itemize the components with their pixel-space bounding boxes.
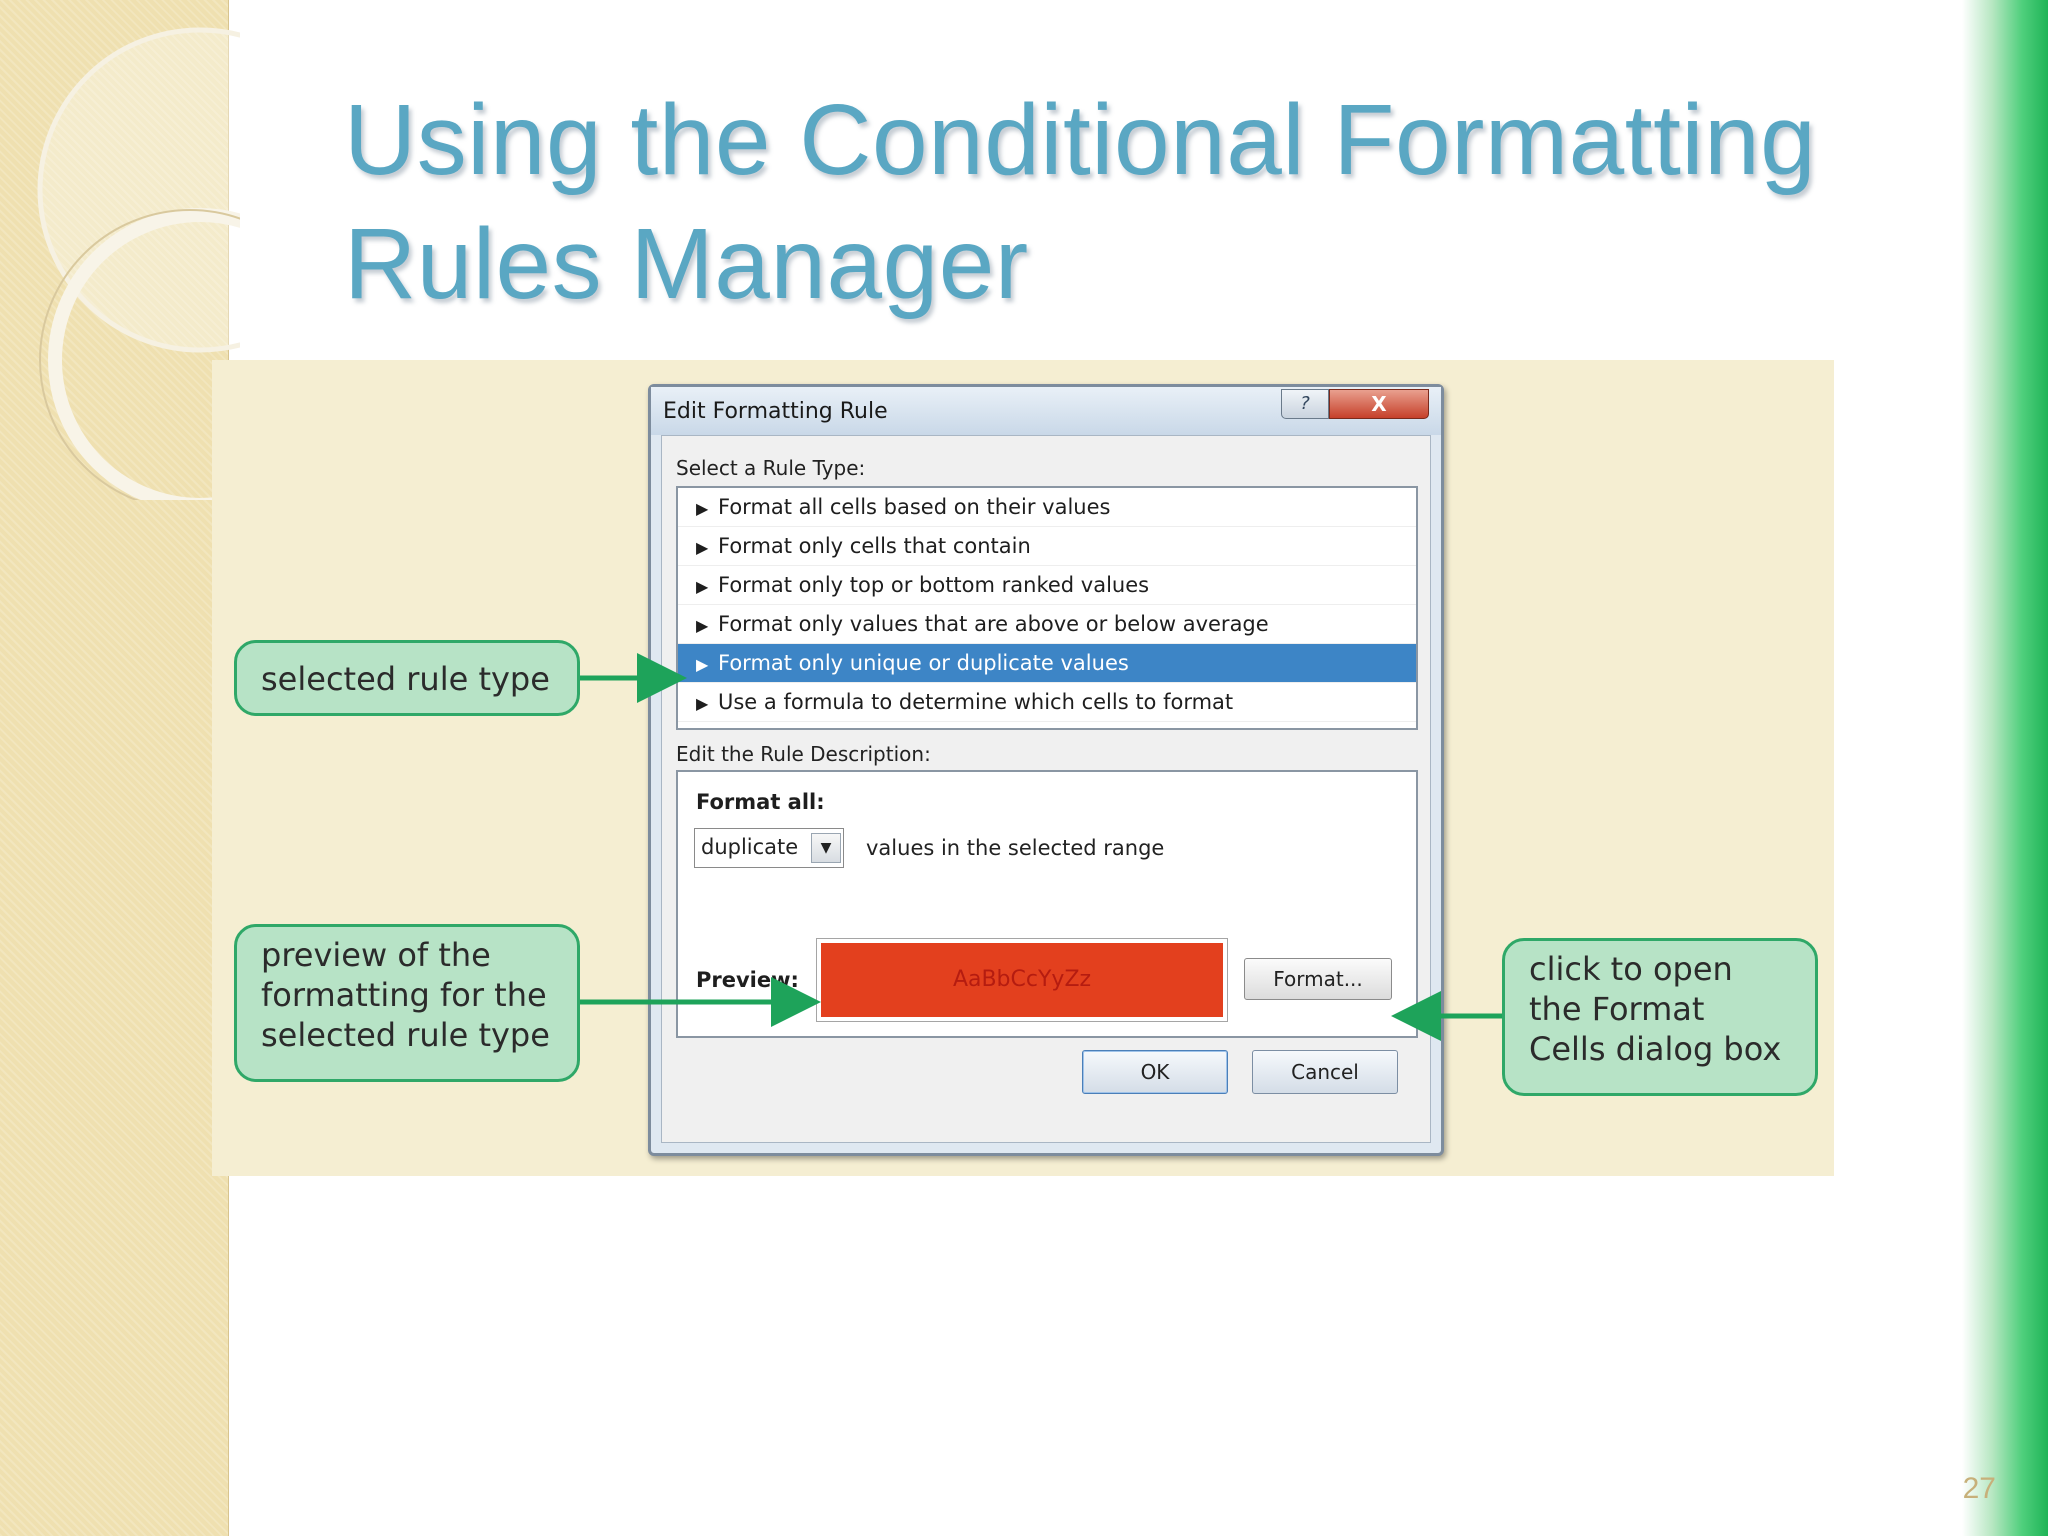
figure-panel: Edit Formatting Rule ? X Select a Rule T… [212,360,1834,1176]
decorative-circles [37,27,240,500]
callout-format-cells: click to open the Format Cells dialog bo… [1502,938,1818,1096]
page-number: 27 [1962,1472,1996,1505]
slide-title-line-1: Using the Conditional Formatting [344,84,1817,196]
slide-title-line-2: Rules Manager [344,208,1029,320]
callout-selected-rule-type: selected rule type [234,640,580,716]
right-decorative-band [1962,0,2048,1536]
callout-preview: preview of the formatting for the select… [234,924,580,1082]
slide-title: Using the Conditional Formatting Rules M… [344,78,1904,326]
